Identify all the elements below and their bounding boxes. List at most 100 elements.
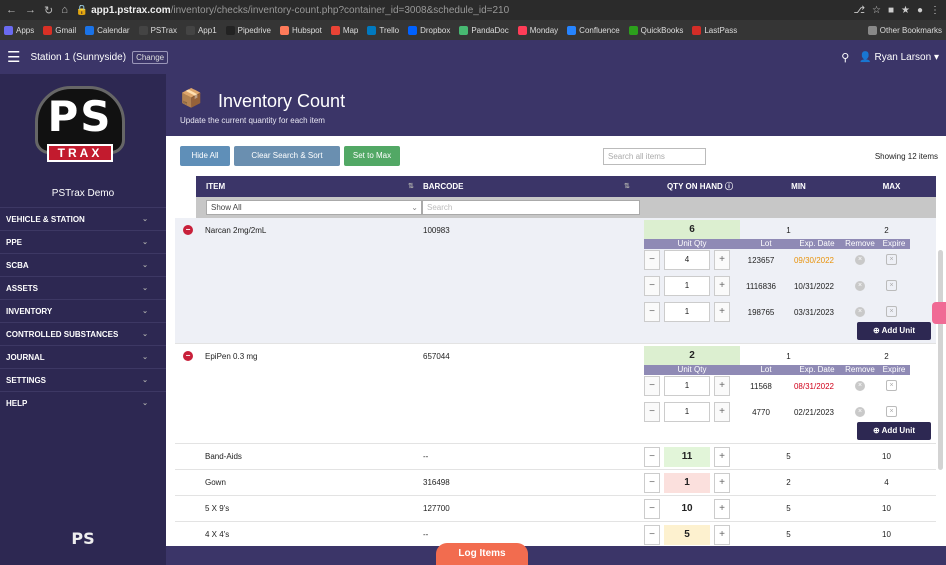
- unit-qty-input[interactable]: 1: [664, 402, 710, 422]
- barcode-search-input[interactable]: Search: [422, 200, 640, 215]
- increment-button[interactable]: +: [714, 402, 730, 422]
- item-name: EpiPen 0.3 mg: [205, 352, 258, 361]
- bookmark-item[interactable]: PSTrax: [138, 25, 177, 35]
- unit-qty-input[interactable]: 4: [664, 250, 710, 270]
- increment-button[interactable]: +: [714, 376, 730, 396]
- decrement-button[interactable]: −: [644, 447, 660, 467]
- decrement-button[interactable]: −: [644, 376, 660, 396]
- increment-button[interactable]: +: [714, 276, 730, 296]
- puzzle-icon[interactable]: ★: [901, 5, 910, 16]
- unit-qty-input[interactable]: 1: [664, 276, 710, 296]
- bookmark-item[interactable]: Trello: [367, 25, 399, 35]
- increment-button[interactable]: +: [714, 447, 730, 467]
- decrement-button[interactable]: −: [644, 525, 660, 545]
- sidebar-item[interactable]: HELP ⌄: [0, 391, 166, 414]
- bookmark-item[interactable]: Calendar: [85, 25, 130, 35]
- decrement-button[interactable]: −: [644, 276, 660, 296]
- sort-icon[interactable]: ⇅: [408, 176, 414, 197]
- increment-button[interactable]: +: [714, 525, 730, 545]
- column-qty-on-hand[interactable]: QTY ON HAND ⓘ: [650, 176, 750, 197]
- other-bookmarks[interactable]: Other Bookmarks: [867, 25, 942, 35]
- increment-button[interactable]: +: [714, 499, 730, 519]
- feedback-tab[interactable]: [932, 302, 946, 324]
- remove-unit-icon[interactable]: ×: [855, 407, 865, 417]
- info-icon[interactable]: ⓘ: [725, 182, 733, 191]
- home-icon[interactable]: ⌂: [61, 4, 68, 17]
- sidebar-item[interactable]: PPE ⌄: [0, 230, 166, 253]
- expire-calendar-icon[interactable]: ×: [886, 280, 897, 291]
- sidebar-item[interactable]: ASSETS ⌄: [0, 276, 166, 299]
- decrement-button[interactable]: −: [644, 250, 660, 270]
- bookmark-item[interactable]: Hubspot: [280, 25, 322, 35]
- expiration-date: 03/31/2023: [793, 308, 835, 317]
- scrollbar[interactable]: [938, 250, 943, 470]
- share-icon[interactable]: ⎇: [853, 5, 865, 16]
- remove-unit-icon[interactable]: ×: [855, 255, 865, 265]
- back-icon[interactable]: ←: [6, 4, 17, 17]
- remove-unit-icon[interactable]: ×: [855, 307, 865, 317]
- qty-input[interactable]: 11: [664, 447, 710, 467]
- bookmark-item[interactable]: LastPass: [692, 25, 737, 35]
- increment-button[interactable]: +: [714, 302, 730, 322]
- set-to-max-button[interactable]: Set to Max: [344, 146, 400, 166]
- bookmark-item[interactable]: QuickBooks: [628, 25, 683, 35]
- extension-icon[interactable]: ■: [888, 5, 894, 16]
- sidebar-item[interactable]: SCBA ⌄: [0, 253, 166, 276]
- url-field[interactable]: 🔒 app1.pstrax.com/inventory/checks/inven…: [76, 5, 854, 16]
- url-host: app1.pstrax.com: [91, 4, 171, 16]
- bookmark-item[interactable]: PandaDoc: [459, 25, 509, 35]
- qty-input[interactable]: 1: [664, 473, 710, 493]
- decrement-button[interactable]: −: [644, 402, 660, 422]
- unit-qty-input[interactable]: 1: [664, 376, 710, 396]
- sidebar-item[interactable]: CONTROLLED SUBSTANCES ⌄: [0, 322, 166, 345]
- qty-input[interactable]: 10: [664, 499, 710, 519]
- bookmark-item[interactable]: Gmail: [43, 25, 76, 35]
- bookmark-item[interactable]: Confluence: [567, 25, 620, 35]
- column-barcode[interactable]: BARCODE: [423, 176, 463, 197]
- expire-calendar-icon[interactable]: ×: [886, 254, 897, 265]
- column-item[interactable]: ITEM: [206, 176, 225, 197]
- user-menu[interactable]: 👤 Ryan Larson ▾: [859, 52, 939, 63]
- reload-icon[interactable]: ↻: [44, 4, 53, 17]
- unit-qty-input[interactable]: 1: [664, 302, 710, 322]
- hide-all-button[interactable]: Hide All: [180, 146, 230, 166]
- sidebar-item[interactable]: SETTINGS ⌄: [0, 368, 166, 391]
- profile-icon[interactable]: ●: [917, 5, 923, 16]
- bookmark-item[interactable]: Monday: [517, 25, 558, 35]
- remove-unit-icon[interactable]: ×: [855, 281, 865, 291]
- forward-icon[interactable]: →: [25, 4, 36, 17]
- add-unit-button[interactable]: ⊕ Add Unit: [857, 422, 931, 440]
- expire-calendar-icon[interactable]: ×: [886, 380, 897, 391]
- increment-button[interactable]: +: [714, 473, 730, 493]
- sidebar-item[interactable]: INVENTORY ⌄: [0, 299, 166, 322]
- bookmark-item[interactable]: Apps: [4, 25, 34, 35]
- decrement-button[interactable]: −: [644, 499, 660, 519]
- hamburger-menu-icon[interactable]: ☰: [7, 48, 20, 66]
- star-icon[interactable]: ☆: [872, 5, 881, 16]
- sidebar-item[interactable]: VEHICLE & STATION ⌄: [0, 207, 166, 230]
- decrement-button[interactable]: −: [644, 302, 660, 322]
- increment-button[interactable]: +: [714, 250, 730, 270]
- change-station-button[interactable]: Change: [132, 50, 169, 64]
- remove-unit-icon[interactable]: ×: [855, 381, 865, 391]
- item-filter-select[interactable]: Show All ⌄: [206, 200, 422, 215]
- decrement-button[interactable]: −: [644, 473, 660, 493]
- collapse-icon[interactable]: −: [183, 225, 193, 235]
- clear-search-sort-button[interactable]: Clear Search & Sort: [234, 146, 340, 166]
- bookmark-item[interactable]: App1: [185, 25, 217, 35]
- menu-dots-icon[interactable]: ⋮: [930, 5, 940, 16]
- search-icon[interactable]: ⚲: [841, 51, 849, 64]
- sort-icon[interactable]: ⇅: [624, 176, 630, 197]
- bookmark-item[interactable]: Dropbox: [408, 25, 450, 35]
- bookmark-item[interactable]: Map: [330, 25, 358, 35]
- qty-input[interactable]: 5: [664, 525, 710, 545]
- log-items-button[interactable]: Log Items: [436, 543, 528, 565]
- sidebar-item[interactable]: JOURNAL ⌄: [0, 345, 166, 368]
- collapse-icon[interactable]: −: [183, 351, 193, 361]
- add-unit-button[interactable]: ⊕ Add Unit: [857, 322, 931, 340]
- bookmark-item[interactable]: Pipedrive: [225, 25, 271, 35]
- column-min: MIN: [791, 182, 806, 191]
- expire-calendar-icon[interactable]: ×: [886, 406, 897, 417]
- expire-calendar-icon[interactable]: ×: [886, 306, 897, 317]
- search-all-items-input[interactable]: Search all items: [603, 148, 706, 165]
